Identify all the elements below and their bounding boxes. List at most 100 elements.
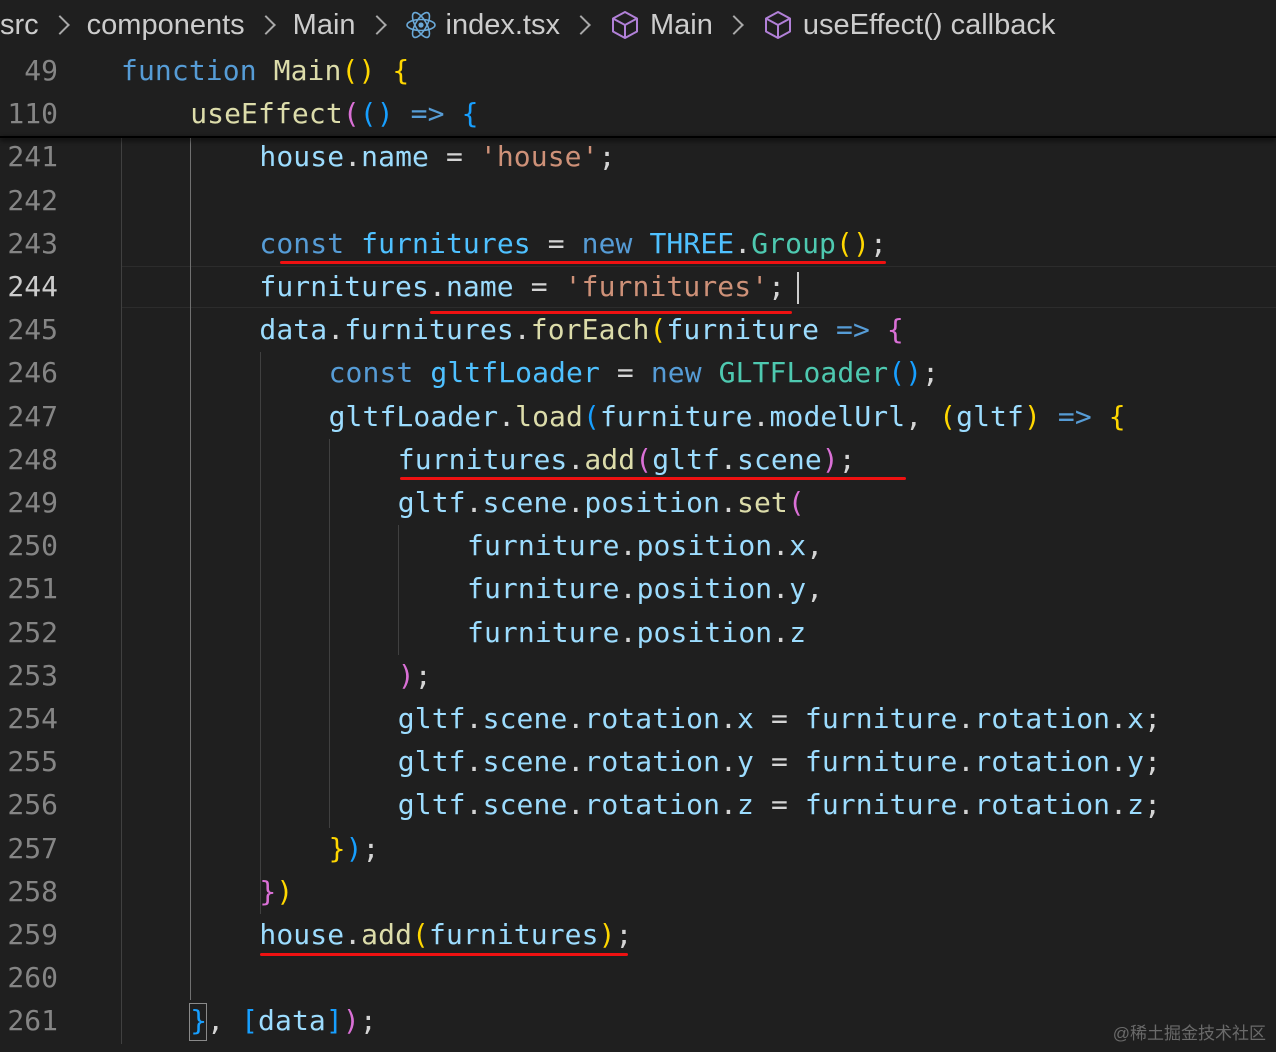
- code-token: furniture: [804, 745, 958, 779]
- code-token: add: [584, 442, 636, 476]
- code-token: .: [734, 226, 752, 260]
- code-token: =>: [836, 313, 870, 347]
- code-token: scene: [482, 702, 568, 735]
- code-line[interactable]: 250 furniture.position.x,: [0, 525, 1276, 568]
- code-text: function Main() {: [121, 53, 409, 89]
- breadcrumb-item[interactable]: components: [87, 9, 245, 42]
- code-line[interactable]: 246 const gltfLoader = new GLTFLoader();: [0, 352, 1276, 395]
- code-token: .: [720, 442, 737, 476]
- code-line[interactable]: 249 gltf.scene.position.set(: [0, 482, 1276, 525]
- code-token: =>: [410, 97, 445, 131]
- breadcrumb-item[interactable]: Main: [608, 8, 713, 42]
- code-token: z: [737, 788, 754, 822]
- line-number: 244: [7, 270, 58, 303]
- bracket-match-highlight: [189, 1003, 207, 1041]
- line-number: 110: [7, 97, 58, 131]
- code-line[interactable]: 255 gltf.scene.rotation.y = furniture.rot…: [0, 741, 1276, 784]
- code-line[interactable]: 244 furnitures.name = 'furnitures';: [0, 266, 1276, 309]
- code-text: gltf.scene.position.set(: [398, 485, 805, 521]
- code-line[interactable]: 252 furniture.position.z: [0, 612, 1276, 655]
- code-token: .: [1110, 702, 1128, 735]
- code-token: ,: [806, 529, 824, 563]
- line-number: 257: [7, 831, 58, 865]
- code-line[interactable]: 260: [0, 957, 1276, 1000]
- code-token: function: [121, 54, 257, 87]
- line-number: 250: [7, 529, 58, 563]
- code-token: gltf: [652, 442, 721, 476]
- code-token: =: [753, 788, 805, 822]
- line-number: 255: [7, 745, 58, 779]
- code-token: ;: [1144, 702, 1162, 735]
- code-token: 'house': [479, 140, 599, 174]
- code-token: .: [957, 745, 975, 779]
- line-number: 261: [7, 1004, 58, 1038]
- code-token: ): [1023, 399, 1041, 433]
- code-text: house.add(furnitures);: [259, 917, 632, 953]
- code-token: .: [513, 313, 531, 347]
- code-token: .: [465, 745, 483, 779]
- code-text: gltf.scene.rotation.z = furniture.rotati…: [398, 787, 1161, 823]
- code-token: Main: [273, 54, 342, 87]
- code-line[interactable]: 254 gltf.scene.rotation.x = furniture.rot…: [0, 698, 1276, 741]
- line-number: 252: [7, 615, 58, 649]
- code-line[interactable]: 256 gltf.scene.rotation.z = furniture.rot…: [0, 784, 1276, 827]
- code-text: house.name = 'house';: [259, 139, 615, 175]
- line-number: 260: [7, 961, 58, 995]
- breadcrumb-label: useEffect() callback: [802, 8, 1056, 41]
- code-line[interactable]: 259 house.add(furnitures);: [0, 914, 1276, 957]
- code-token: (: [342, 97, 360, 131]
- line-number: 243: [7, 226, 58, 260]
- code-token: (): [836, 226, 870, 260]
- line-number: 249: [7, 486, 58, 519]
- code-line[interactable]: 253);: [0, 655, 1276, 698]
- code-line[interactable]: 258}): [0, 871, 1276, 914]
- code-line[interactable]: 248 furnitures.add(gltf.scene);: [0, 439, 1276, 482]
- code-line[interactable]: 49 function Main() {: [0, 50, 1276, 93]
- code-line[interactable]: 241 house.name = 'house';: [0, 136, 1276, 179]
- breadcrumb-item[interactable]: useEffect() callback: [761, 8, 1056, 42]
- code-line[interactable]: 245 data.furnitures.forEach(furniture => …: [0, 309, 1276, 352]
- code-token: ;: [768, 270, 786, 303]
- code-text: data.furnitures.forEach(furniture => {: [259, 312, 903, 348]
- code-line[interactable]: 110 useEffect(() => {: [0, 93, 1276, 136]
- line-number: 259: [7, 918, 58, 951]
- code-token: scene: [737, 442, 822, 476]
- code-token: .: [619, 572, 637, 606]
- code-token: ;: [1144, 788, 1162, 822]
- line-number: 258: [7, 874, 58, 908]
- code-line[interactable]: 243 const furnitures = new THREE.Group();: [0, 223, 1276, 266]
- code-token: z: [789, 615, 807, 649]
- code-token: =: [753, 702, 805, 735]
- code-token: ): [276, 874, 294, 908]
- code-token: .: [752, 399, 770, 433]
- code-token: furniture: [804, 788, 958, 822]
- code-token: new: [650, 356, 702, 390]
- code-text: const gltfLoader = new GLTFLoader();: [329, 355, 940, 391]
- code-token: =: [429, 140, 480, 174]
- breadcrumb-label: index.tsx: [445, 8, 560, 41]
- code-text: }): [259, 874, 293, 910]
- code-text: gltf.scene.rotation.y = furniture.rotati…: [398, 744, 1161, 780]
- breadcrumb-label: components: [86, 8, 245, 41]
- code-token: ;: [1144, 745, 1162, 779]
- breadcrumb-item[interactable]: src: [0, 9, 39, 42]
- code-editor[interactable]: 49 function Main() {110 useEffect(() => {2…: [0, 50, 1276, 1052]
- code-token: ): [397, 658, 415, 692]
- code-token: .: [428, 270, 446, 303]
- code-text: gltfLoader.load(furniture.modelUrl, (glt…: [329, 399, 1126, 435]
- code-line[interactable]: 257});: [0, 828, 1276, 871]
- breadcrumb-item[interactable]: Main: [293, 9, 356, 42]
- code-token: GLTFLoader: [718, 356, 889, 390]
- annotation-underline: [280, 261, 886, 264]
- code-line[interactable]: 242: [0, 180, 1276, 223]
- code-token: useEffect: [190, 97, 343, 131]
- code-token: ): [342, 1004, 360, 1038]
- breadcrumb-item[interactable]: index.tsx: [404, 8, 560, 42]
- code-token: [: [241, 1004, 259, 1038]
- code-line[interactable]: 247 gltfLoader.load(furniture.modelUrl, (…: [0, 396, 1276, 439]
- code-token: .: [344, 140, 362, 174]
- code-line[interactable]: 251 furniture.position.y,: [0, 568, 1276, 611]
- code-token: furniture: [467, 529, 620, 563]
